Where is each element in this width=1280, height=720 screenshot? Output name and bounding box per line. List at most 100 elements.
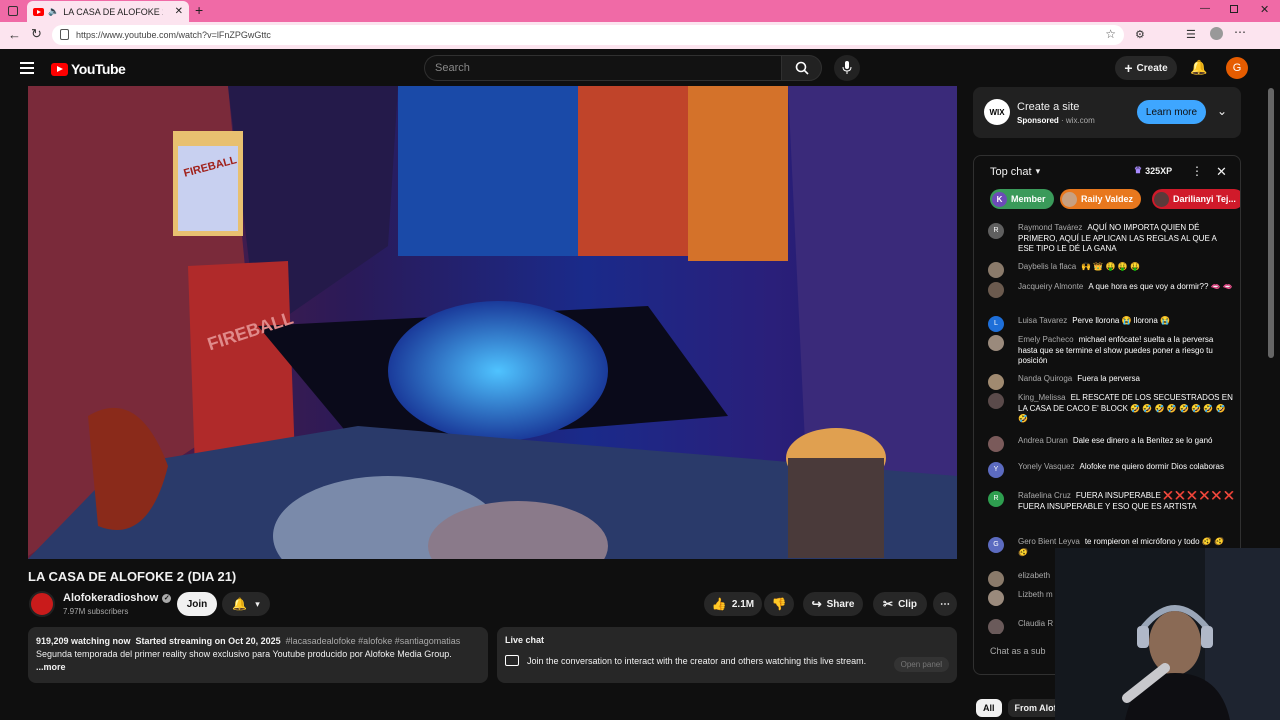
speaker-icon[interactable]: 🔈 xyxy=(48,6,59,17)
learn-more-button[interactable]: Learn more xyxy=(1137,100,1206,124)
chat-avatar[interactable] xyxy=(988,571,1004,587)
chat-author[interactable]: Lizbeth m xyxy=(1018,590,1053,599)
sponsored-ad[interactable]: WIX Create a site Sponsored · wix.com Le… xyxy=(973,87,1241,138)
chat-author[interactable]: Jacqueiry Almonte xyxy=(1018,282,1083,291)
chat-author[interactable]: Daybelis la flaca xyxy=(1018,262,1076,271)
chat-input[interactable]: Chat as a sub xyxy=(990,646,1046,656)
chat-message: R Rafaelina Cruz FUERA INSUPERABLE ❌ ❌ ❌ … xyxy=(988,491,1234,512)
chat-author[interactable]: elizabeth xyxy=(1018,571,1050,580)
address-bar-area: ← ↻ https://www.youtube.com/watch?v=lFnZ… xyxy=(0,22,1280,49)
chip-darilianyi[interactable]: Darilianyi Tej... xyxy=(1152,189,1240,209)
member-chip-avatar: K xyxy=(992,191,1007,207)
dislike-button[interactable]: 👎 xyxy=(764,592,794,616)
chat-author[interactable]: Raymond Tavárez xyxy=(1018,223,1082,232)
collections-icon[interactable]: ☰ xyxy=(1186,28,1196,41)
ad-chevron-down-icon[interactable]: ⌄ xyxy=(1217,104,1227,118)
back-icon[interactable]: ← xyxy=(8,27,21,42)
notifications-bell-icon[interactable]: 🔔 xyxy=(1190,59,1207,76)
reload-icon[interactable]: ↻ xyxy=(31,26,42,42)
page-scrollbar[interactable] xyxy=(1268,88,1274,358)
close-window-icon[interactable]: ✕ xyxy=(1260,3,1269,16)
chat-author[interactable]: Nanda Quiroga xyxy=(1018,374,1072,383)
chat-author[interactable]: Rafaelina Cruz xyxy=(1018,491,1071,500)
tab-close-icon[interactable]: ✕ xyxy=(175,6,183,17)
menu-icon[interactable] xyxy=(20,62,34,74)
chat-author[interactable]: Emely Pacheco xyxy=(1018,335,1074,344)
chat-text: Dale ese dinero a la Benítez se lo ganó xyxy=(1072,436,1213,445)
favorite-star-icon[interactable]: ☆ xyxy=(1105,27,1116,41)
account-avatar[interactable]: G xyxy=(1226,57,1248,79)
channel-avatar[interactable] xyxy=(29,591,55,617)
chat-avatar[interactable] xyxy=(988,590,1004,606)
clip-button[interactable]: ✂ Clip xyxy=(873,592,927,616)
chat-more-icon[interactable]: ⋮ xyxy=(1191,164,1203,178)
xp-value: 325XP xyxy=(1145,165,1173,176)
chat-author[interactable]: Luisa Tavarez xyxy=(1018,316,1067,325)
chat-avatar[interactable]: R xyxy=(988,491,1004,507)
chat-chips: K Member Raily Valdez Darilianyi Tej... xyxy=(990,188,1240,212)
youtube-logo[interactable]: YouTube xyxy=(51,61,126,77)
chat-close-icon[interactable]: ✕ xyxy=(1216,164,1227,180)
new-tab-icon[interactable]: + xyxy=(195,2,203,18)
chat-avatar[interactable]: L xyxy=(988,316,1004,332)
maximize-icon[interactable] xyxy=(1230,5,1238,13)
avatar-letter: G xyxy=(1232,62,1242,74)
plus-icon: + xyxy=(1124,60,1133,76)
chat-avatar[interactable]: G xyxy=(988,537,1004,553)
more-actions-button[interactable]: ⋯ xyxy=(933,592,957,616)
chat-avatar[interactable] xyxy=(988,262,1004,278)
chat-author[interactable]: King_Melissa xyxy=(1018,393,1066,402)
chat-avatar[interactable] xyxy=(988,619,1004,634)
chip-member[interactable]: K Member xyxy=(990,189,1054,209)
chat-message: Nanda Quiroga Fuera la perversa xyxy=(988,374,1234,390)
scissors-icon: ✂ xyxy=(883,597,894,611)
webcam-frame xyxy=(1055,548,1280,720)
minimize-icon[interactable]: — xyxy=(1200,3,1210,14)
chat-avatar[interactable] xyxy=(988,393,1004,409)
chat-author[interactable]: Yonely Vasquez xyxy=(1018,462,1075,471)
chat-avatar[interactable] xyxy=(988,282,1004,298)
ad-meta: Sponsored · wix.com xyxy=(1017,116,1095,125)
subscribe-notifications-button[interactable]: 🔔 ▾ xyxy=(222,592,270,616)
channel-name[interactable]: Alofokeradioshow ✓ xyxy=(63,592,172,604)
site-info-icon[interactable] xyxy=(60,29,69,40)
tab-actions-icon[interactable] xyxy=(8,6,18,16)
webcam-overlay xyxy=(1055,548,1280,720)
filter-all[interactable]: All xyxy=(976,699,1002,717)
like-button[interactable]: 👍 2.1M xyxy=(704,592,762,616)
browser-tab-bar: 🔈 LA CASA DE ALOFOKE 2 (DÍA ✕ + — ✕ xyxy=(0,0,1280,22)
hashtags[interactable]: #lacasadealofoke #alofoke #santiagomatia… xyxy=(286,636,461,646)
ad-domain: wix.com xyxy=(1065,116,1095,125)
chat-mode-select[interactable]: Top chat ▾ xyxy=(990,166,1040,178)
chat-avatar[interactable] xyxy=(988,436,1004,452)
chat-author[interactable]: Andrea Duran xyxy=(1018,436,1068,445)
chat-message: King_Melissa EL RESCATE DE LOS SECUESTRAD… xyxy=(988,393,1234,425)
chat-author[interactable]: Claudia R xyxy=(1018,619,1053,628)
thumbs-up-icon: 👍 xyxy=(711,597,727,611)
voice-search-button[interactable] xyxy=(834,55,860,81)
xp-badge[interactable]: ♛ 325XP xyxy=(1134,165,1172,176)
chat-avatar[interactable]: R xyxy=(988,223,1004,239)
more-browser-icon[interactable]: ⋯ xyxy=(1234,25,1246,39)
chat-author[interactable]: Gero Bient Leyva xyxy=(1018,537,1080,546)
more-link[interactable]: ...more xyxy=(36,661,480,674)
join-button[interactable]: Join xyxy=(177,592,217,616)
video-player[interactable]: FIREBALL FIREBALL xyxy=(28,86,957,559)
description-text: Segunda temporada del primer reality sho… xyxy=(36,649,452,659)
search-button[interactable] xyxy=(781,55,822,81)
extensions-icon[interactable]: ⚙ xyxy=(1135,28,1145,41)
search-input[interactable]: Search xyxy=(424,55,781,81)
description-meta: 919,209 watching now Started streaming o… xyxy=(36,635,480,648)
chat-avatar[interactable] xyxy=(988,374,1004,390)
description-box[interactable]: 919,209 watching now Started streaming o… xyxy=(28,627,488,683)
browser-tab[interactable]: 🔈 LA CASA DE ALOFOKE 2 (DÍA ✕ xyxy=(27,1,189,22)
chat-message: Jacqueiry Almonte A que hora es que voy a… xyxy=(988,282,1234,298)
create-button[interactable]: + Create xyxy=(1115,56,1177,80)
profile-icon[interactable] xyxy=(1210,27,1223,40)
open-panel-button[interactable]: Open panel xyxy=(893,657,949,672)
chat-avatar[interactable]: Y xyxy=(988,462,1004,478)
chat-avatar[interactable] xyxy=(988,335,1004,351)
url-field[interactable]: https://www.youtube.com/watch?v=lFnZPGwG… xyxy=(52,25,1124,45)
chip-raily[interactable]: Raily Valdez xyxy=(1060,189,1142,209)
share-button[interactable]: ↪ Share xyxy=(803,592,863,616)
